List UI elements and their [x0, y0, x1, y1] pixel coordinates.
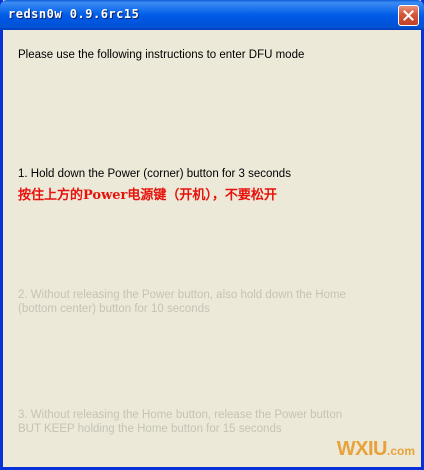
close-button[interactable] — [398, 5, 419, 26]
step-1-text: 1. Hold down the Power (corner) button f… — [18, 168, 291, 180]
step-1-chinese-note: 按住上方的Power电源键（开机），不要松开 — [18, 188, 277, 203]
watermark-domain-text: .com — [386, 444, 415, 458]
step-3-text-line-1: 3. Without releasing the Home button, re… — [18, 409, 343, 421]
watermark-main-text: WXIU — [336, 438, 388, 460]
title-bar[interactable]: redsn0w 0.9.6rc15 — [0, 0, 424, 30]
watermark-logo: WXIU.com — [337, 438, 415, 461]
step-2-text-line-2: (bottom center) button for 10 seconds — [18, 303, 210, 315]
instructions-panel: Please use the following instructions to… — [3, 30, 421, 467]
close-icon — [403, 10, 414, 21]
step-2-text-line-1: 2. Without releasing the Power button, a… — [18, 289, 346, 301]
window-title: redsn0w 0.9.6rc15 — [8, 7, 140, 21]
step-3-text-line-2: BUT KEEP holding the Home button for 15 … — [18, 423, 282, 435]
intro-text: Please use the following instructions to… — [18, 49, 305, 61]
app-window: redsn0w 0.9.6rc15 Please use the followi… — [0, 0, 424, 470]
